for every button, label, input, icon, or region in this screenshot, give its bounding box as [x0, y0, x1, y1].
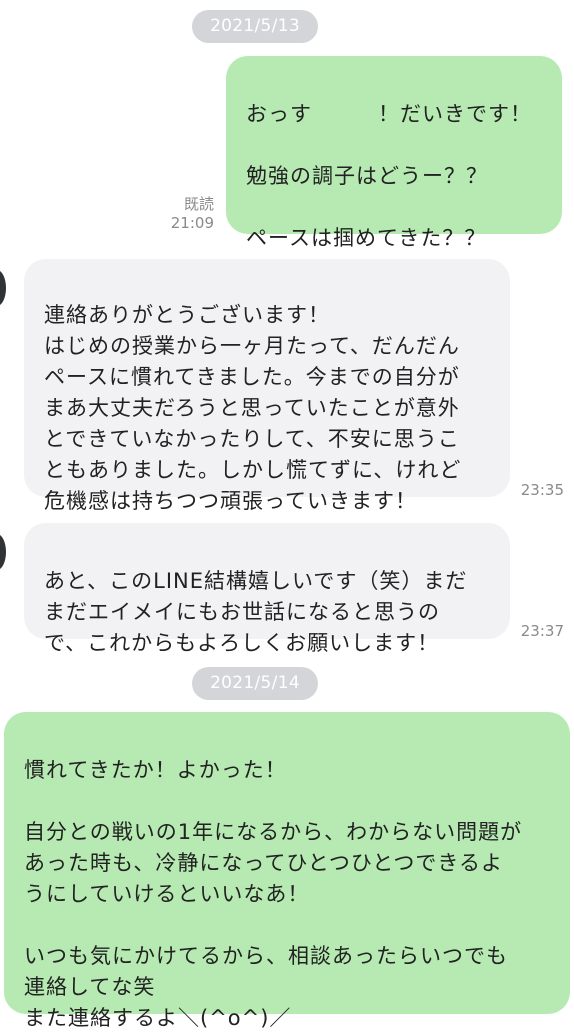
date-separator: 2021/5/13 [192, 10, 318, 43]
chat-thread: 2021/5/13 既読 21:09 おっす ！だいきです！ 勉強の調子はどうー… [0, 0, 574, 1030]
message-text: おっす ！だいきです！ 勉強の調子はどうー？？ ペースは掴めてきた？？ [246, 102, 532, 250]
outgoing-message-bubble[interactable]: 慣れてきたか！よかった！ 自分との戦いの1年になるから、わからない問題が あった… [4, 712, 570, 1030]
read-receipt: 既読 [183, 195, 214, 213]
message-text: 慣れてきたか！よかった！ 自分との戦いの1年になるから、わからない問題が あった… [24, 758, 523, 1030]
incoming-message-bubble[interactable]: 連絡ありがとうございます！ はじめの授業から一ヶ月たって、だんだん ペースに慣れ… [24, 259, 510, 513]
message-time: 23:37 [520, 622, 564, 640]
message-time: 23:35 [520, 481, 564, 499]
date-separator: 2021/5/14 [192, 667, 318, 700]
outgoing-message-bubble[interactable]: おっす ！だいきです！ 勉強の調子はどうー？？ ペースは掴めてきた？？ [226, 56, 562, 250]
message-time: 21:09 [170, 214, 214, 232]
avatar[interactable] [0, 534, 6, 570]
incoming-message-bubble[interactable]: あと、このLINE結構嬉しいです（笑）まだ まだエイメイにもお世話になると思うの… [24, 523, 510, 655]
message-meta: 既読 21:09 [150, 195, 214, 233]
message-text: 連絡ありがとうございます！ はじめの授業から一ヶ月たって、だんだん ペースに慣れ… [44, 303, 462, 513]
message-text: あと、このLINE結構嬉しいです（笑）まだ まだエイメイにもお世話になると思うの… [44, 569, 468, 655]
avatar[interactable] [0, 270, 6, 306]
